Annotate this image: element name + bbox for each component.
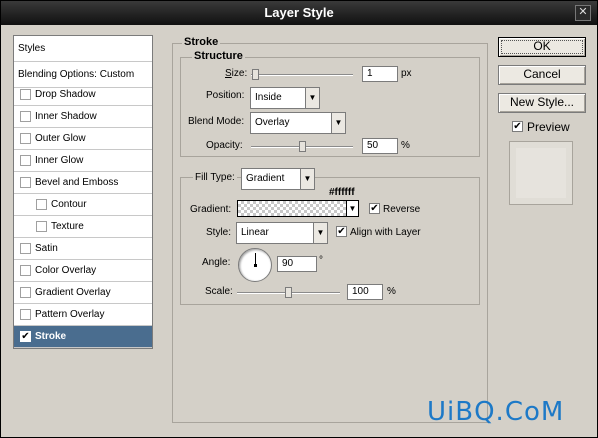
align-with-layer-label: Align with Layer xyxy=(350,227,421,238)
reverse-label: Reverse xyxy=(383,204,421,215)
blend-mode-select[interactable]: Overlay ▼ xyxy=(250,112,346,134)
chevron-down-icon: ▼ xyxy=(331,113,345,133)
effect-item[interactable]: Bevel and Emboss xyxy=(14,172,152,194)
angle-input[interactable]: 90 xyxy=(277,256,317,272)
align-with-layer-checkbox[interactable]: ✔ xyxy=(336,226,347,237)
scale-unit: % xyxy=(387,286,396,297)
structure-title: Structure xyxy=(192,50,245,62)
chevron-down-icon: ▼ xyxy=(300,169,314,189)
opacity-unit: % xyxy=(401,140,410,151)
chevron-down-icon: ▼ xyxy=(305,88,319,108)
effect-checkbox[interactable] xyxy=(20,111,31,122)
ok-button[interactable]: OK xyxy=(498,37,586,57)
styles-header[interactable]: Styles xyxy=(14,36,152,62)
preview-checkbox[interactable]: ✔ xyxy=(512,121,523,132)
effect-label: Inner Shadow xyxy=(35,111,97,122)
close-icon[interactable]: ✕ xyxy=(575,5,591,21)
effect-item[interactable]: Pattern Overlay xyxy=(14,304,152,326)
scale-input[interactable]: 100 xyxy=(347,284,383,300)
angle-dial[interactable] xyxy=(238,248,272,282)
size-input[interactable]: 1 xyxy=(362,66,398,82)
layer-style-dialog: Layer Style ✕ Styles Blending Options: C… xyxy=(0,0,598,438)
size-label: Size: xyxy=(225,68,248,79)
size-unit: px xyxy=(401,68,412,79)
effect-label: Gradient Overlay xyxy=(35,287,111,298)
position-select[interactable]: Inside ▼ xyxy=(250,87,320,109)
effect-checkbox[interactable] xyxy=(20,243,31,254)
effect-checkbox[interactable] xyxy=(20,309,31,320)
effect-checkbox[interactable] xyxy=(20,155,31,166)
preview-label: Preview xyxy=(527,120,570,134)
effect-item[interactable]: ✔ Stroke xyxy=(14,326,152,348)
preview-swatch xyxy=(509,141,573,205)
effect-item[interactable]: Color Overlay xyxy=(14,260,152,282)
angle-label: Angle: xyxy=(202,257,231,268)
styles-list: Styles Blending Options: Custom Drop Sha… xyxy=(13,35,153,349)
styles-header-label: Styles xyxy=(18,43,46,54)
effect-item[interactable]: Drop Shadow xyxy=(14,84,152,106)
effect-label: Pattern Overlay xyxy=(35,309,105,320)
effect-checkbox[interactable] xyxy=(20,89,31,100)
effect-item[interactable]: Inner Shadow xyxy=(14,106,152,128)
fill-type-select[interactable]: Gradient ▼ xyxy=(241,168,315,190)
size-slider-track[interactable] xyxy=(251,74,353,76)
effect-item[interactable]: Outer Glow xyxy=(14,128,152,150)
new-style-button[interactable]: New Style... xyxy=(498,93,586,113)
fill-type-value: Gradient xyxy=(246,173,285,184)
blend-mode-value: Overlay xyxy=(255,117,290,128)
effect-label: Outer Glow xyxy=(35,133,86,144)
style-select[interactable]: Linear ▼ xyxy=(236,222,328,244)
opacity-input[interactable]: 50 xyxy=(362,138,398,154)
effect-checkbox[interactable] xyxy=(20,265,31,276)
preview-swatch-inner xyxy=(516,148,566,198)
opacity-label: Opacity: xyxy=(206,140,243,151)
gradient-color-note: #ffffff xyxy=(329,187,355,198)
effect-item[interactable]: Contour xyxy=(14,194,152,216)
chevron-down-icon[interactable]: ▼ xyxy=(346,201,358,216)
effect-item[interactable]: Texture xyxy=(14,216,152,238)
fill-type-label: Fill Type: xyxy=(193,172,237,183)
effect-checkbox[interactable] xyxy=(20,177,31,188)
size-label-text: ize: xyxy=(231,68,248,79)
effect-label: Inner Glow xyxy=(35,155,84,166)
reverse-checkbox[interactable]: ✔ xyxy=(369,203,380,214)
stroke-title: Stroke xyxy=(182,36,221,48)
title-bar: Layer Style ✕ xyxy=(1,1,597,25)
effect-item[interactable]: Satin xyxy=(14,238,152,260)
effect-label: Bevel and Emboss xyxy=(35,177,119,188)
position-value: Inside xyxy=(255,92,282,103)
effect-label: Drop Shadow xyxy=(35,89,96,100)
effect-label: Color Overlay xyxy=(35,265,97,276)
effect-label: Contour xyxy=(51,199,87,210)
effect-item[interactable]: Gradient Overlay xyxy=(14,282,152,304)
size-slider-thumb[interactable] xyxy=(252,69,259,80)
effect-item[interactable]: Inner Glow xyxy=(14,150,152,172)
chevron-down-icon: ▼ xyxy=(313,223,327,243)
gradient-picker[interactable]: ▼ xyxy=(237,200,359,217)
blend-mode-label: Blend Mode: xyxy=(188,116,245,127)
opacity-slider-thumb[interactable] xyxy=(299,141,306,152)
effect-checkbox[interactable] xyxy=(36,199,47,210)
effect-checkbox[interactable] xyxy=(20,133,31,144)
style-label: Style: xyxy=(206,227,232,238)
effect-checkbox[interactable] xyxy=(36,221,47,232)
effect-checkbox[interactable] xyxy=(20,287,31,298)
position-label: Position: xyxy=(206,90,245,101)
angle-unit: ° xyxy=(319,255,323,266)
scale-slider-thumb[interactable] xyxy=(285,287,292,298)
dialog-title: Layer Style xyxy=(264,5,334,20)
effect-checkbox[interactable]: ✔ xyxy=(20,331,31,342)
scale-label: Scale: xyxy=(205,286,233,297)
effect-label: Texture xyxy=(51,221,84,232)
effect-label: Satin xyxy=(35,243,58,254)
angle-dial-center xyxy=(254,264,257,267)
watermark: UiBQ.CoM xyxy=(427,397,565,427)
cancel-button[interactable]: Cancel xyxy=(498,65,586,85)
style-value: Linear xyxy=(241,227,269,238)
effect-label: Stroke xyxy=(35,331,67,342)
gradient-label: Gradient: xyxy=(190,204,232,215)
